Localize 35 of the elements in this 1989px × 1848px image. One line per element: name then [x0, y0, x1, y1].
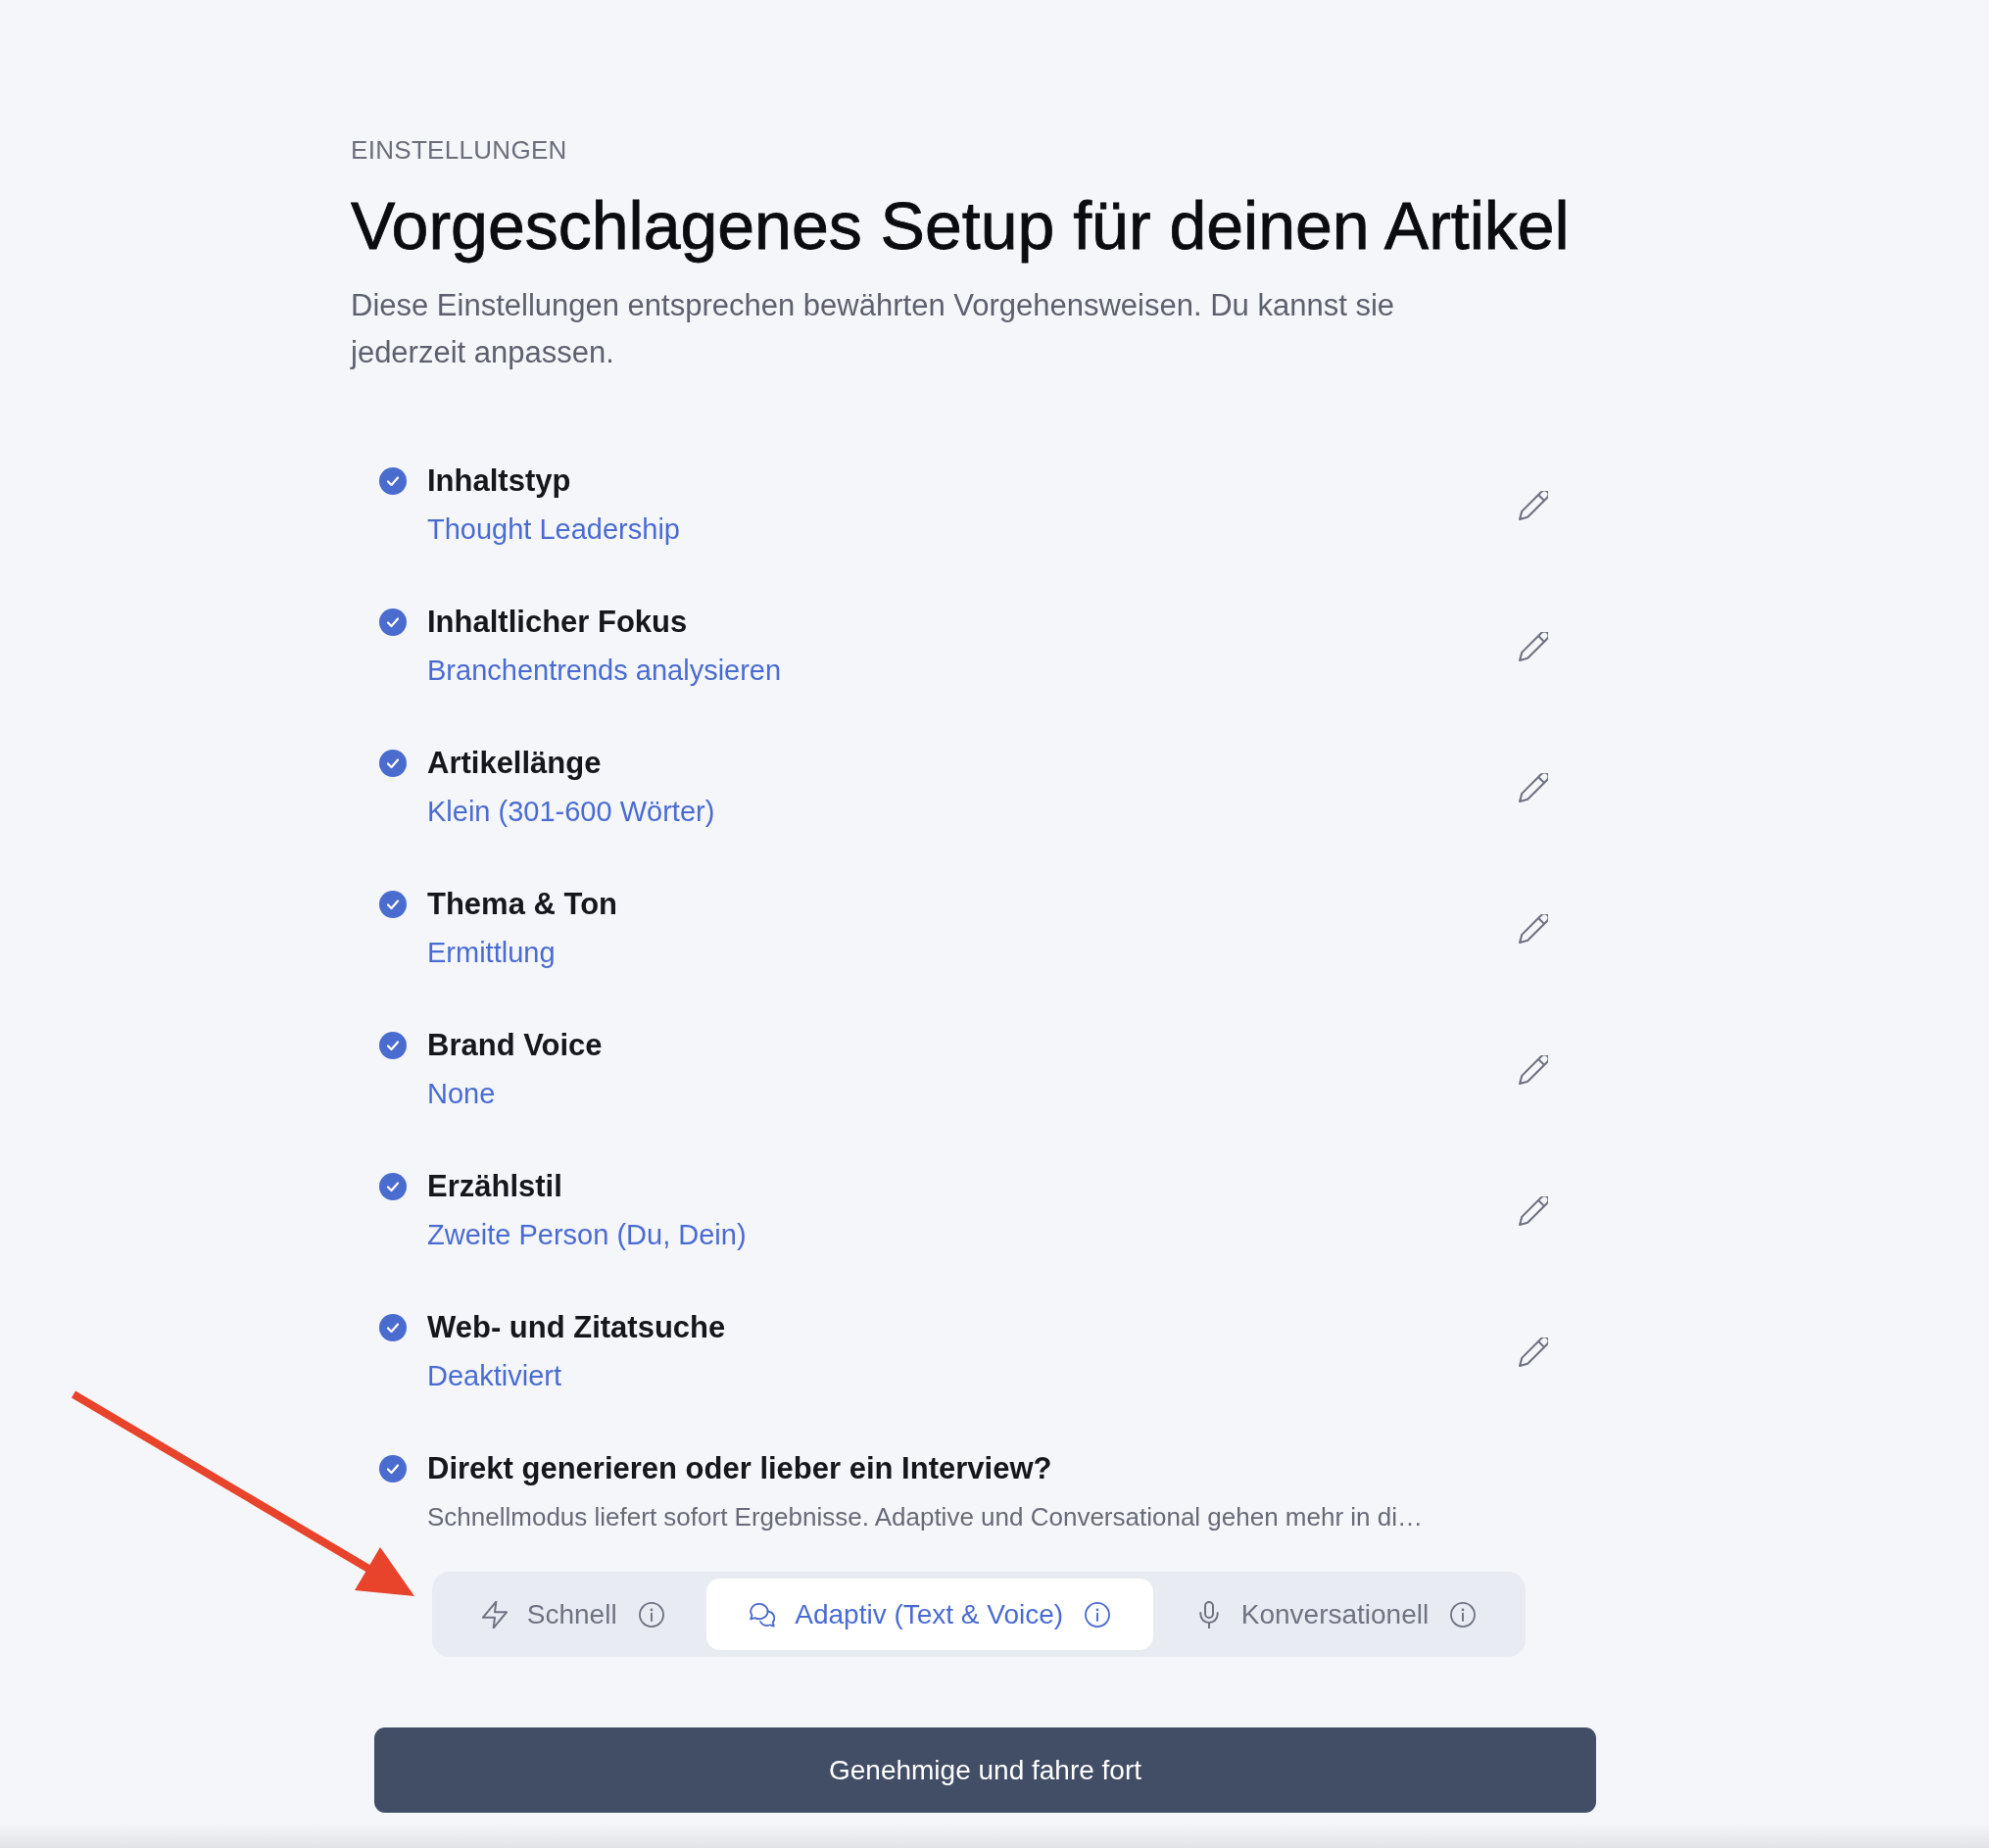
pencil-icon[interactable]	[1519, 631, 1548, 661]
setting-value: Deaktiviert	[427, 1359, 561, 1393]
setting-label: Inhaltstyp	[427, 462, 571, 500]
setting-label: Thema & Ton	[427, 886, 618, 923]
section-label: EINSTELLUNGEN	[351, 134, 567, 166]
mode-tab[interactable]: Konversationell	[1152, 1579, 1519, 1650]
continue-button[interactable]: Genehmige und fahre fort	[374, 1727, 1596, 1813]
setting-label: Inhaltlicher Fokus	[427, 604, 688, 641]
setting-hint: Schnellmodus liefert sofort Ergebnisse. Adaptive und Conversational gehen mehr in di…	[427, 1501, 1424, 1533]
setting-value: Ermittlung	[427, 936, 556, 970]
info-icon[interactable]	[1450, 1601, 1477, 1628]
setting-value: Thought Leadership	[427, 512, 680, 547]
setting-label: Web- und Zitatsuche	[427, 1309, 726, 1346]
setting-value: Branchentrends analysieren	[427, 654, 782, 688]
setting-value: Klein (301-600 Wörter)	[427, 795, 715, 829]
setting-label: Artikellänge	[427, 745, 602, 782]
pencil-icon[interactable]	[1519, 490, 1548, 520]
setting-value: Zweite Person (Du, Dein)	[427, 1218, 747, 1252]
setting-label: Erzählstil	[427, 1168, 562, 1205]
mode-tab[interactable]: Adaptiv (Text & Voice)	[706, 1579, 1153, 1650]
pencil-icon[interactable]	[1519, 772, 1548, 802]
page-title: Vorgeschlagenes Setup für deinen Artikel	[351, 187, 1570, 265]
page-description: Diese Einstellungen entsprechen bewährten Vorgehensweisen. Du kannst sie jederzeit anpassen.	[351, 287, 1395, 371]
setting-label: Brand Voice	[427, 1027, 603, 1064]
info-icon[interactable]	[638, 1601, 664, 1628]
setting-value: None	[427, 1077, 496, 1111]
pencil-icon[interactable]	[1519, 1054, 1548, 1085]
chat-bubbles-icon	[750, 1600, 776, 1629]
pencil-icon[interactable]	[1519, 913, 1548, 944]
setting-label: Direkt generieren oder lieber ein Interview?	[427, 1450, 1052, 1487]
info-icon[interactable]	[1085, 1601, 1111, 1628]
pencil-icon[interactable]	[1519, 1337, 1548, 1367]
mode-tab[interactable]: Schnell	[439, 1579, 707, 1650]
pencil-icon[interactable]	[1519, 1195, 1548, 1226]
lightning-icon	[481, 1600, 508, 1629]
